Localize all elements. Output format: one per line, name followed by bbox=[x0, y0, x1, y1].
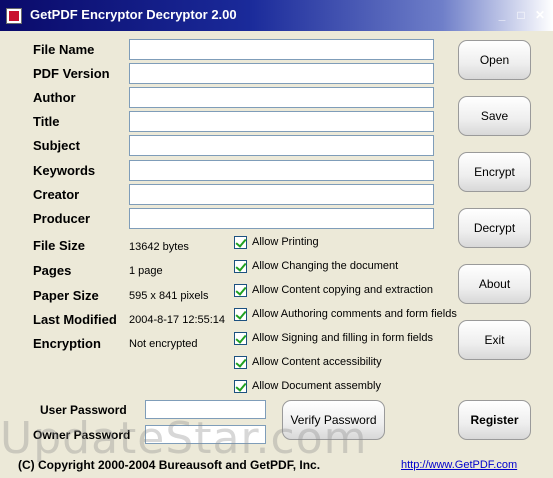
creator-label: Creator bbox=[33, 187, 80, 202]
save-button[interactable]: Save bbox=[458, 96, 531, 136]
app-window: GetPDF Encryptor Decryptor 2.00 _ □ ✕ Fi… bbox=[0, 0, 553, 478]
subject-field[interactable] bbox=[129, 135, 434, 156]
pages-label: Pages bbox=[33, 263, 72, 278]
file-name-label: File Name bbox=[33, 42, 95, 57]
allow-printing-checkbox[interactable] bbox=[234, 236, 247, 249]
decrypt-button[interactable]: Decrypt bbox=[458, 208, 531, 248]
website-link[interactable]: http://www.GetPDF.com bbox=[401, 459, 517, 471]
producer-label: Producer bbox=[33, 211, 91, 226]
allow-changing-label: Allow Changing the document bbox=[252, 260, 399, 272]
maximize-button[interactable]: □ bbox=[513, 7, 529, 23]
file-size-label: File Size bbox=[33, 238, 86, 253]
encryption-value: Not encrypted bbox=[129, 338, 198, 350]
allow-accessibility-checkbox[interactable] bbox=[234, 356, 247, 369]
paper-size-label: Paper Size bbox=[33, 288, 99, 303]
minimize-button[interactable]: _ bbox=[494, 7, 510, 23]
window-title: GetPDF Encryptor Decryptor 2.00 bbox=[30, 7, 237, 22]
allow-authoring-label: Allow Authoring comments and form fields bbox=[252, 308, 457, 320]
file-name-field[interactable] bbox=[129, 39, 434, 60]
pdf-version-label: PDF Version bbox=[33, 66, 110, 81]
allow-accessibility-label: Allow Content accessibility bbox=[252, 356, 382, 368]
allow-copying-label: Allow Content copying and extraction bbox=[252, 284, 433, 296]
allow-changing-checkbox[interactable] bbox=[234, 260, 247, 273]
about-button[interactable]: About bbox=[458, 264, 531, 304]
close-button[interactable]: ✕ bbox=[532, 7, 548, 23]
creator-field[interactable] bbox=[129, 184, 434, 205]
app-icon bbox=[6, 8, 22, 24]
file-size-value: 13642 bytes bbox=[129, 241, 189, 253]
watermark-text: UpdateStar.com bbox=[0, 413, 368, 464]
title-label: Title bbox=[33, 114, 60, 129]
producer-field[interactable] bbox=[129, 208, 434, 229]
subject-label: Subject bbox=[33, 138, 80, 153]
encryption-label: Encryption bbox=[33, 336, 101, 351]
title-field[interactable] bbox=[129, 111, 434, 132]
keywords-field[interactable] bbox=[129, 160, 434, 181]
exit-button[interactable]: Exit bbox=[458, 320, 531, 360]
title-bar[interactable]: GetPDF Encryptor Decryptor 2.00 _ □ ✕ bbox=[0, 0, 553, 31]
paper-size-value: 595 x 841 pixels bbox=[129, 290, 209, 302]
encrypt-button[interactable]: Encrypt bbox=[458, 152, 531, 192]
allow-signing-label: Allow Signing and filling in form fields bbox=[252, 332, 433, 344]
keywords-label: Keywords bbox=[33, 163, 96, 178]
last-modified-label: Last Modified bbox=[33, 312, 117, 327]
author-label: Author bbox=[33, 90, 76, 105]
allow-signing-checkbox[interactable] bbox=[234, 332, 247, 345]
pdf-version-field[interactable] bbox=[129, 63, 434, 84]
allow-assembly-label: Allow Document assembly bbox=[252, 380, 381, 392]
author-field[interactable] bbox=[129, 87, 434, 108]
last-modified-value: 2004-8-17 12:55:14 bbox=[129, 314, 226, 326]
allow-authoring-checkbox[interactable] bbox=[234, 308, 247, 321]
pages-value: 1 page bbox=[129, 265, 163, 277]
register-button[interactable]: Register bbox=[458, 400, 531, 440]
allow-copying-checkbox[interactable] bbox=[234, 284, 247, 297]
allow-assembly-checkbox[interactable] bbox=[234, 380, 247, 393]
allow-printing-label: Allow Printing bbox=[252, 236, 319, 248]
open-button[interactable]: Open bbox=[458, 40, 531, 80]
